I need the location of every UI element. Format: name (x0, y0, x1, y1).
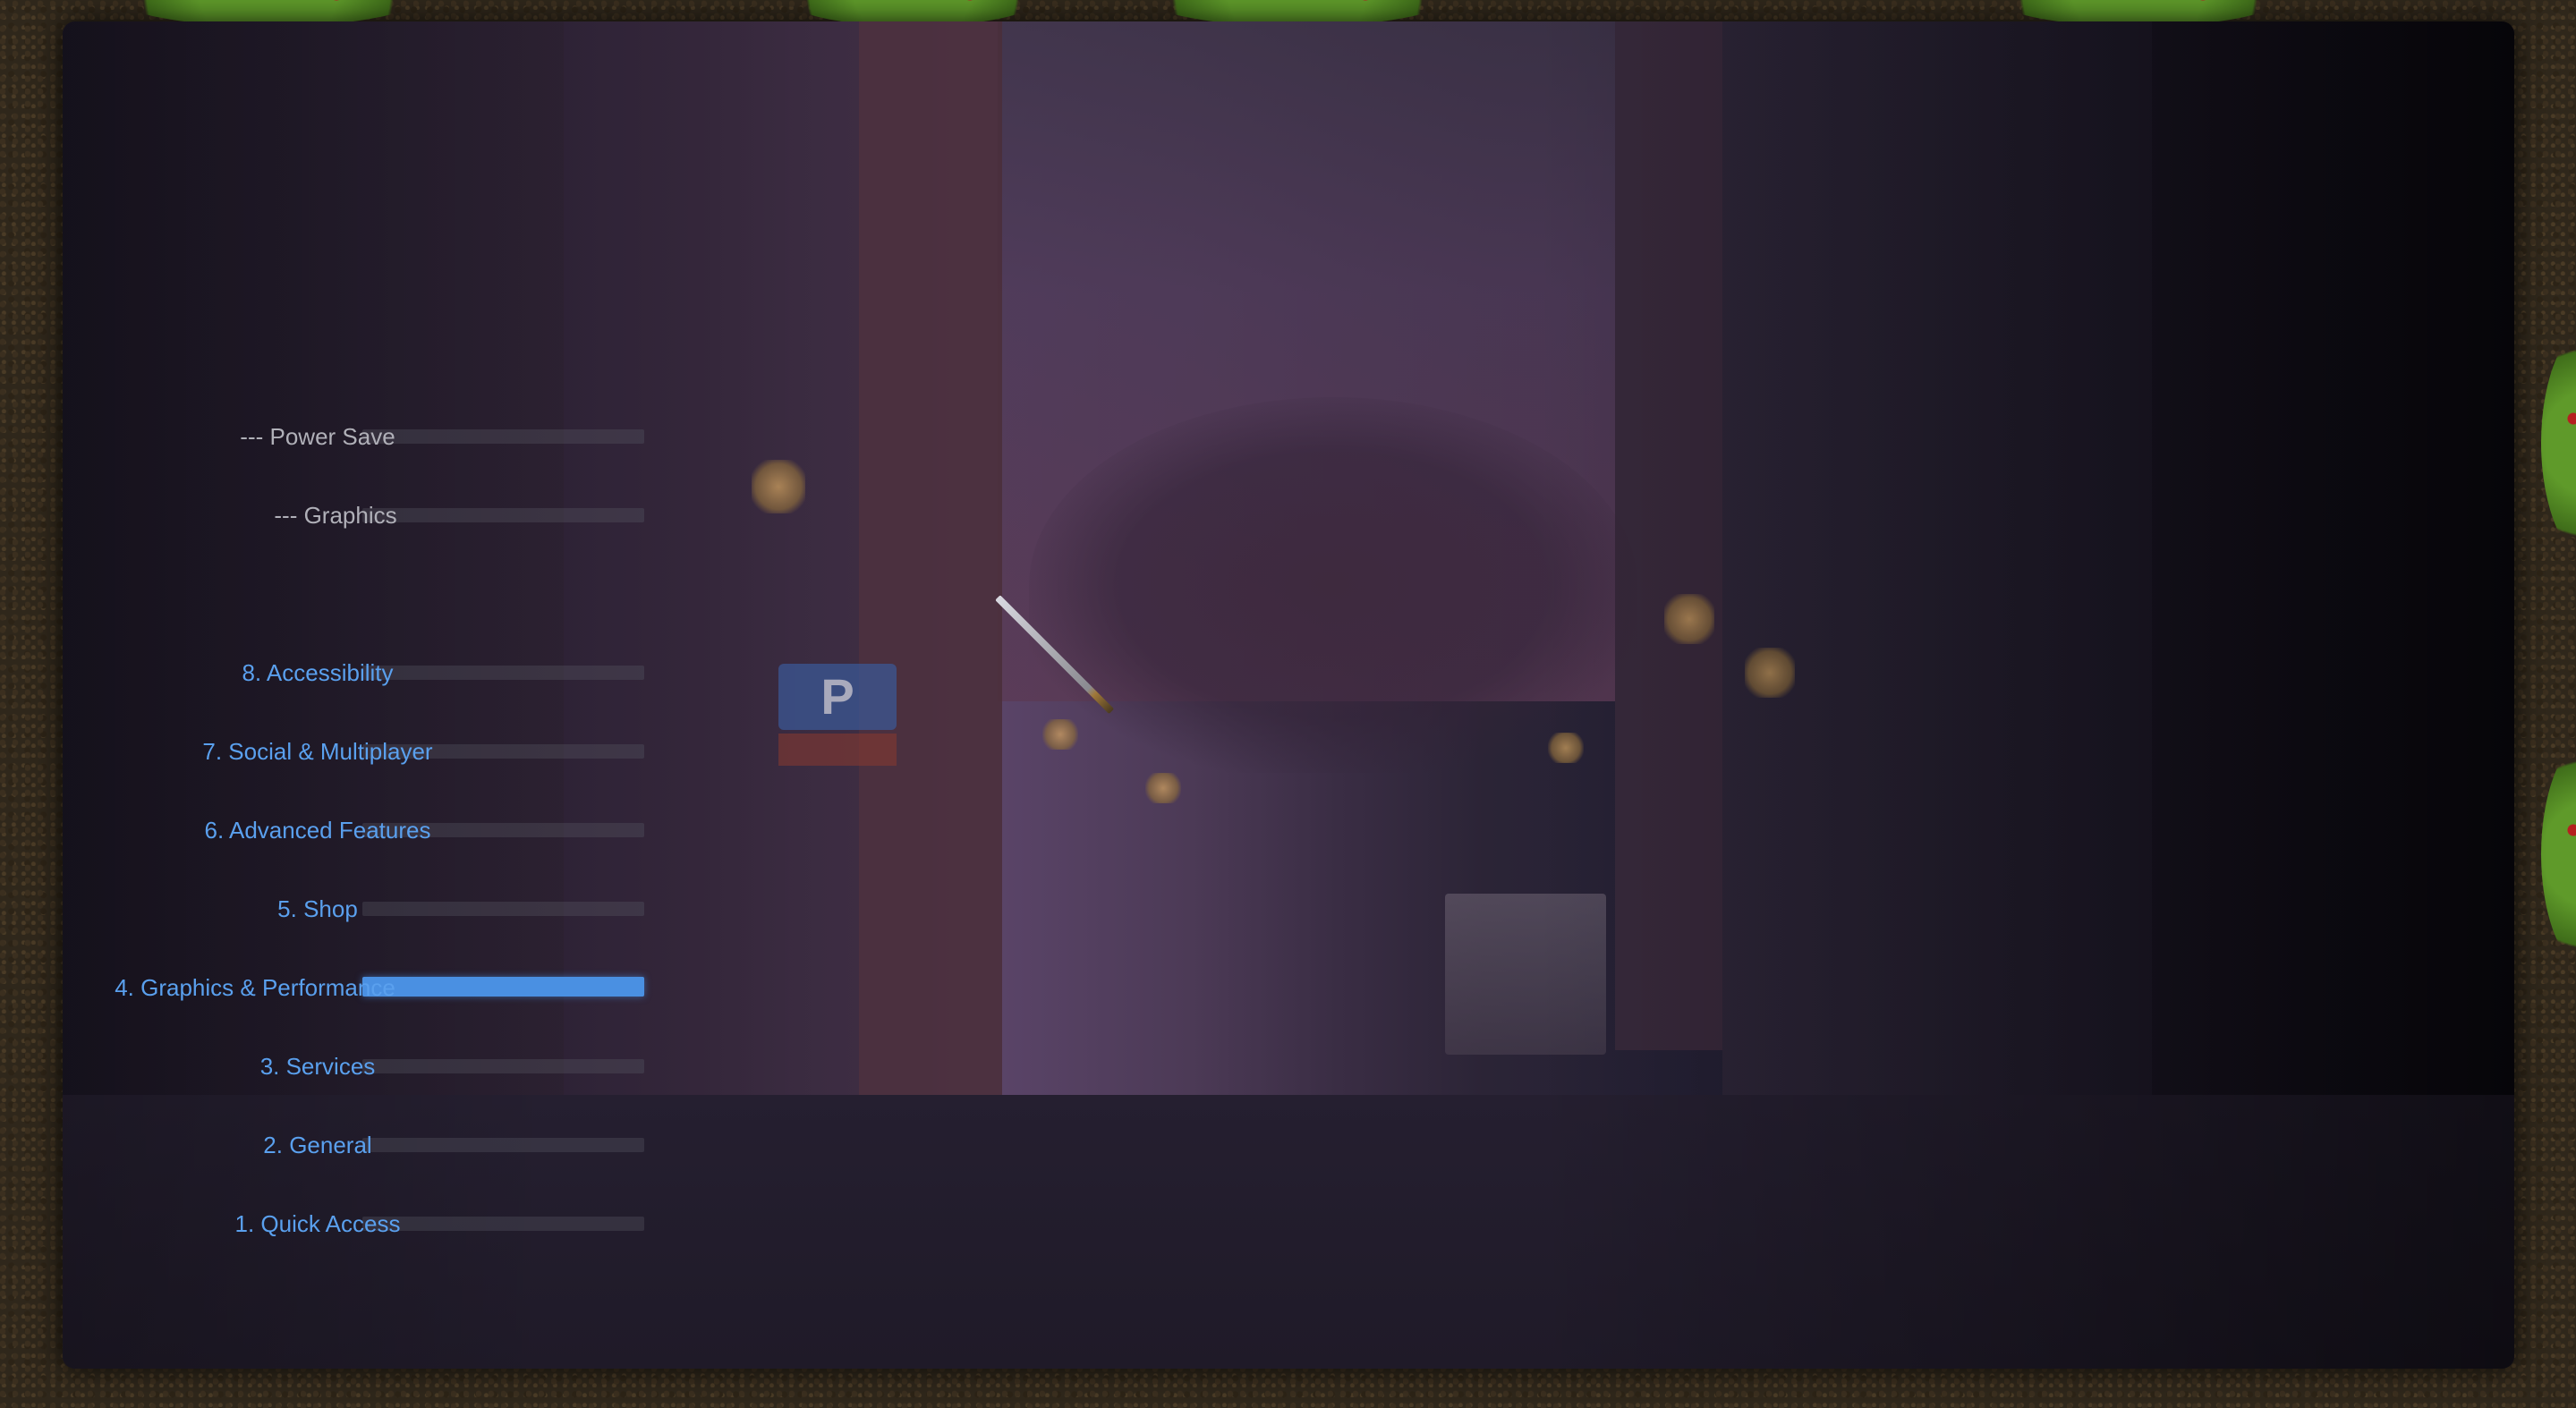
menu-label[interactable]: 1. Quick Access (130, 1208, 506, 1240)
menu-label[interactable]: 6. Advanced Features (130, 814, 506, 846)
menu-label: --- Graphics (274, 502, 397, 529)
background-scene: P (63, 21, 2514, 1369)
menu-label[interactable]: 7. Social & Multiplayer (130, 735, 506, 768)
hedge-decoration (2541, 322, 2576, 564)
menu-label[interactable]: 4. Graphics & Performance (67, 971, 443, 1004)
menu-label[interactable]: 8. Accessibility (130, 657, 506, 689)
menu-label[interactable]: 2. General (130, 1129, 506, 1161)
settings-panel: P --- Power Save --- Graphics 8. Accessi… (63, 21, 2514, 1369)
menu-label: --- Power Save (240, 423, 395, 450)
hedge-decoration (2541, 734, 2576, 975)
menu-label[interactable]: 5. Shop (130, 893, 506, 925)
menu-label[interactable]: 3. Services (130, 1050, 506, 1082)
vignette (63, 21, 2514, 1369)
